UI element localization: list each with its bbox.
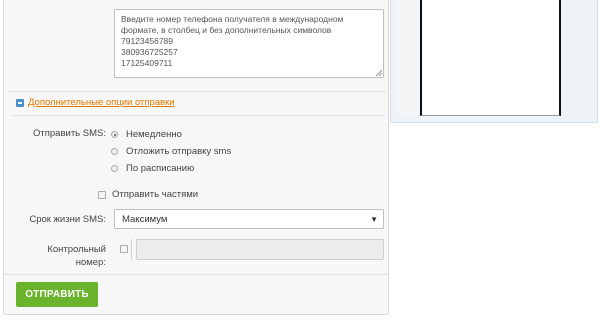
more-options-link[interactable]: Дополнительные опции отправки: [28, 97, 175, 108]
send-parts-option[interactable]: Отправить частями: [98, 189, 198, 200]
more-options-toggle[interactable]: Дополнительные опции отправки: [16, 97, 175, 108]
triangle-down-icon: ▼: [370, 215, 378, 224]
field-separator: [131, 239, 132, 260]
section-divider: [8, 91, 386, 92]
control-number-checkbox[interactable]: [120, 245, 128, 253]
radio-button[interactable]: [111, 148, 118, 155]
recipients-textarea[interactable]: Введите номер телефона получателя в межд…: [114, 9, 384, 78]
send-sms-label: Отправить SMS:: [33, 128, 106, 139]
control-number-label: Контрольный номер:: [14, 243, 106, 269]
radio-label: Отложить отправку sms: [126, 146, 232, 157]
settings-icon: [16, 98, 24, 107]
phone-preview-panel: [390, 0, 598, 123]
control-number-input[interactable]: [136, 239, 384, 260]
preview-shade: [397, 0, 419, 116]
radio-delay[interactable]: Отложить отправку sms: [111, 146, 231, 157]
lifetime-label: Срок жизни SMS:: [29, 214, 106, 225]
radio-button[interactable]: [111, 131, 118, 138]
radio-immediately[interactable]: Немедленно: [111, 129, 182, 140]
resize-grip-icon[interactable]: [376, 70, 382, 76]
footer-divider: [4, 274, 388, 275]
radio-label: По расписанию: [126, 163, 195, 174]
control-number-label-line2: номер:: [75, 257, 106, 268]
recipient-number: 79123456789: [121, 36, 174, 46]
phone-preview: [420, 0, 561, 116]
radio-schedule[interactable]: По расписанию: [111, 163, 194, 174]
send-button[interactable]: ОТПРАВИТЬ: [16, 282, 98, 307]
control-number-field: [114, 239, 384, 260]
send-parts-label: Отправить частями: [112, 189, 199, 200]
recipient-number: 17125409711: [121, 58, 173, 68]
recipient-number: 380936725257: [121, 47, 178, 57]
radio-label: Немедленно: [126, 129, 182, 140]
options-divider: [12, 115, 384, 116]
send-parts-checkbox[interactable]: [98, 190, 106, 199]
lifetime-select[interactable]: Максимум ▼: [114, 209, 384, 229]
control-number-label-line1: Контрольный: [47, 244, 106, 255]
lifetime-value: Максимум: [122, 214, 168, 225]
sms-form-panel: Введите номер телефона получателя в межд…: [3, 0, 389, 315]
radio-button[interactable]: [111, 165, 118, 172]
recipients-placeholder: Введите номер телефона получателя в межд…: [121, 14, 344, 35]
